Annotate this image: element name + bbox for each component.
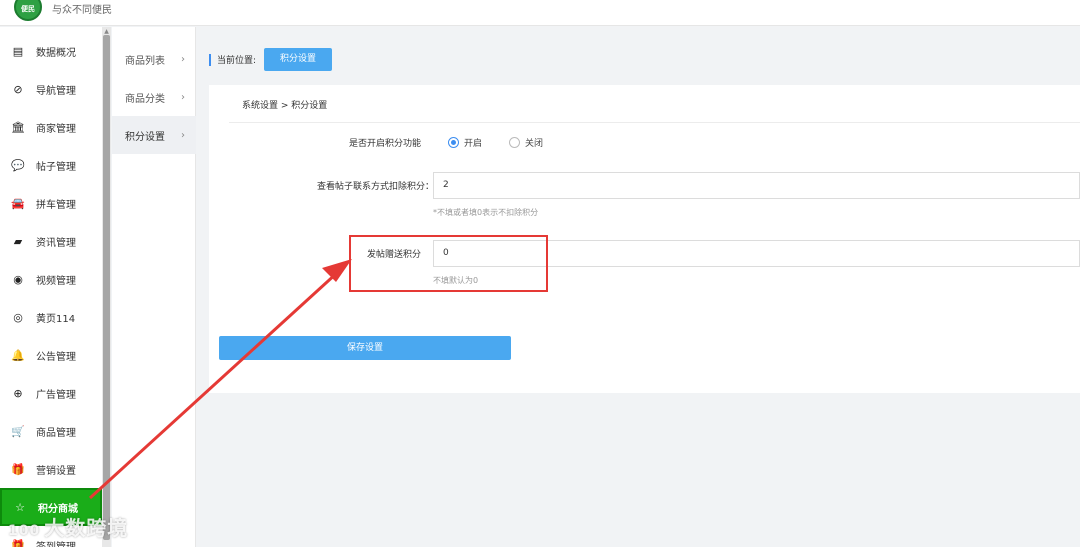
radio-enable-on[interactable]: 开启: [448, 136, 482, 149]
watermark: 100 大数跨境: [8, 512, 128, 541]
sidebar-item-label: 公告管理: [36, 351, 76, 363]
main-sidebar: ▤ 数据概况 ⊘ 导航管理 🏛 商家管理 💬 帖子管理 🚘 拼车管理 ▰ 资讯管理 ◉ 视频管…: [0, 27, 102, 547]
sidebar-item-label: 广告管理: [36, 389, 76, 401]
submenu-item-product-category[interactable]: 商品分类 ›: [112, 78, 196, 116]
submenu-item-product-list[interactable]: 商品列表 ›: [112, 40, 196, 78]
book-icon: ▰: [13, 234, 23, 248]
radio-checked-icon: [448, 137, 459, 148]
cart-icon: 🛒: [11, 424, 25, 438]
sidebar-item-label: 商品管理: [36, 427, 76, 439]
enable-points-label: 是否开启积分功能: [348, 139, 421, 149]
sidebar-item-label: 数据概况: [36, 47, 76, 59]
contact-deduct-input[interactable]: 2: [433, 172, 1080, 199]
sidebar-item-label: 营销设置: [36, 465, 76, 477]
submenu-item-points-settings[interactable]: 积分设置 ›: [112, 116, 196, 154]
submenu-item-label: 商品列表: [125, 55, 165, 67]
radio-on-label: 开启: [464, 139, 483, 149]
sidebar-scrollbar-thumb[interactable]: [103, 35, 110, 540]
sub-menu: 商品列表 › 商品分类 › 积分设置 ›: [112, 27, 196, 547]
yellowpage-icon: ◎: [13, 310, 23, 324]
sidebar-item-label: 商家管理: [36, 123, 76, 135]
sidebar-item-carpool[interactable]: 🚘 拼车管理: [0, 184, 102, 222]
bell-icon: 🔔: [11, 348, 25, 362]
sidebar-item-label: 黄页114: [36, 313, 76, 325]
gift-icon: 🎁: [11, 462, 25, 476]
main-content: 当前位置: 积分设置 系统设置 > 积分设置 是否开启积分功能 开启 关闭 查看…: [197, 27, 1080, 547]
sidebar-item-yellowpages[interactable]: ◎ 黄页114: [0, 298, 102, 336]
contact-deduct-hint: *不填或者填0表示不扣除积分: [433, 208, 539, 217]
breadcrumb: 当前位置: 积分设置: [197, 27, 1080, 85]
radio-off-label: 关闭: [525, 139, 544, 149]
chevron-right-icon: ›: [181, 129, 185, 141]
app-slogan: 与众不同便民: [52, 5, 112, 16]
sidebar-item-label: 拼车管理: [36, 199, 76, 211]
chart-card-icon: ▤: [12, 44, 24, 58]
radio-unchecked-icon: [509, 137, 520, 148]
watermark-text: 大数跨境: [44, 516, 129, 540]
watermark-logo: 100: [8, 523, 41, 539]
comment-icon: 💬: [11, 158, 25, 172]
sidebar-item-merchants[interactable]: 🏛 商家管理: [0, 108, 102, 146]
save-button[interactable]: 保存设置: [219, 336, 511, 360]
sidebar-item-label: 资讯管理: [36, 237, 76, 249]
sidebar-item-announcements[interactable]: 🔔 公告管理: [0, 336, 102, 374]
app-logo[interactable]: 便民: [14, 0, 42, 21]
sidebar-item-label: 视频管理: [36, 275, 76, 287]
sidebar-item-video[interactable]: ◉ 视频管理: [0, 260, 102, 298]
sidebar-item-products[interactable]: 🛒 商品管理: [0, 412, 102, 450]
sidebar-item-news[interactable]: ▰ 资讯管理: [0, 222, 102, 260]
annotation-highlight-box: [349, 235, 548, 292]
breadcrumb-label: 当前位置:: [217, 56, 257, 66]
lifebuoy-icon: ⊕: [13, 386, 23, 400]
top-bar: 便民 与众不同便民: [0, 0, 1080, 26]
breadcrumb-marker: [209, 54, 211, 66]
bank-icon: 🏛: [11, 120, 25, 134]
divider: [229, 122, 1080, 123]
chevron-right-icon: ›: [181, 91, 185, 103]
settings-panel: 系统设置 > 积分设置 是否开启积分功能 开启 关闭 查看帖子联系方式扣除积分：…: [209, 85, 1080, 393]
car-icon: 🚘: [11, 196, 25, 210]
submenu-item-label: 积分设置: [125, 131, 165, 143]
sidebar-item-ads[interactable]: ⊕ 广告管理: [0, 374, 102, 412]
sidebar-item-label: 帖子管理: [36, 161, 76, 173]
sidebar-item-label: 导航管理: [36, 85, 76, 97]
chevron-right-icon: ›: [181, 53, 185, 65]
panel-path: 系统设置 > 积分设置: [242, 101, 328, 111]
radio-enable-off[interactable]: 关闭: [509, 136, 543, 149]
sidebar-item-marketing[interactable]: 🎁 营销设置: [0, 450, 102, 488]
sidebar-item-dashboard[interactable]: ▤ 数据概况: [0, 32, 102, 70]
scroll-up-arrow-icon[interactable]: ▲: [103, 28, 110, 35]
contact-deduct-label: 查看帖子联系方式扣除积分：: [316, 182, 434, 192]
sidebar-item-posts[interactable]: 💬 帖子管理: [0, 146, 102, 184]
sidebar-item-navigation[interactable]: ⊘ 导航管理: [0, 70, 102, 108]
submenu-item-label: 商品分类: [125, 93, 165, 105]
video-icon: ◉: [13, 272, 23, 286]
breadcrumb-current-button[interactable]: 积分设置: [264, 48, 332, 71]
compass-icon: ⊘: [13, 82, 23, 96]
